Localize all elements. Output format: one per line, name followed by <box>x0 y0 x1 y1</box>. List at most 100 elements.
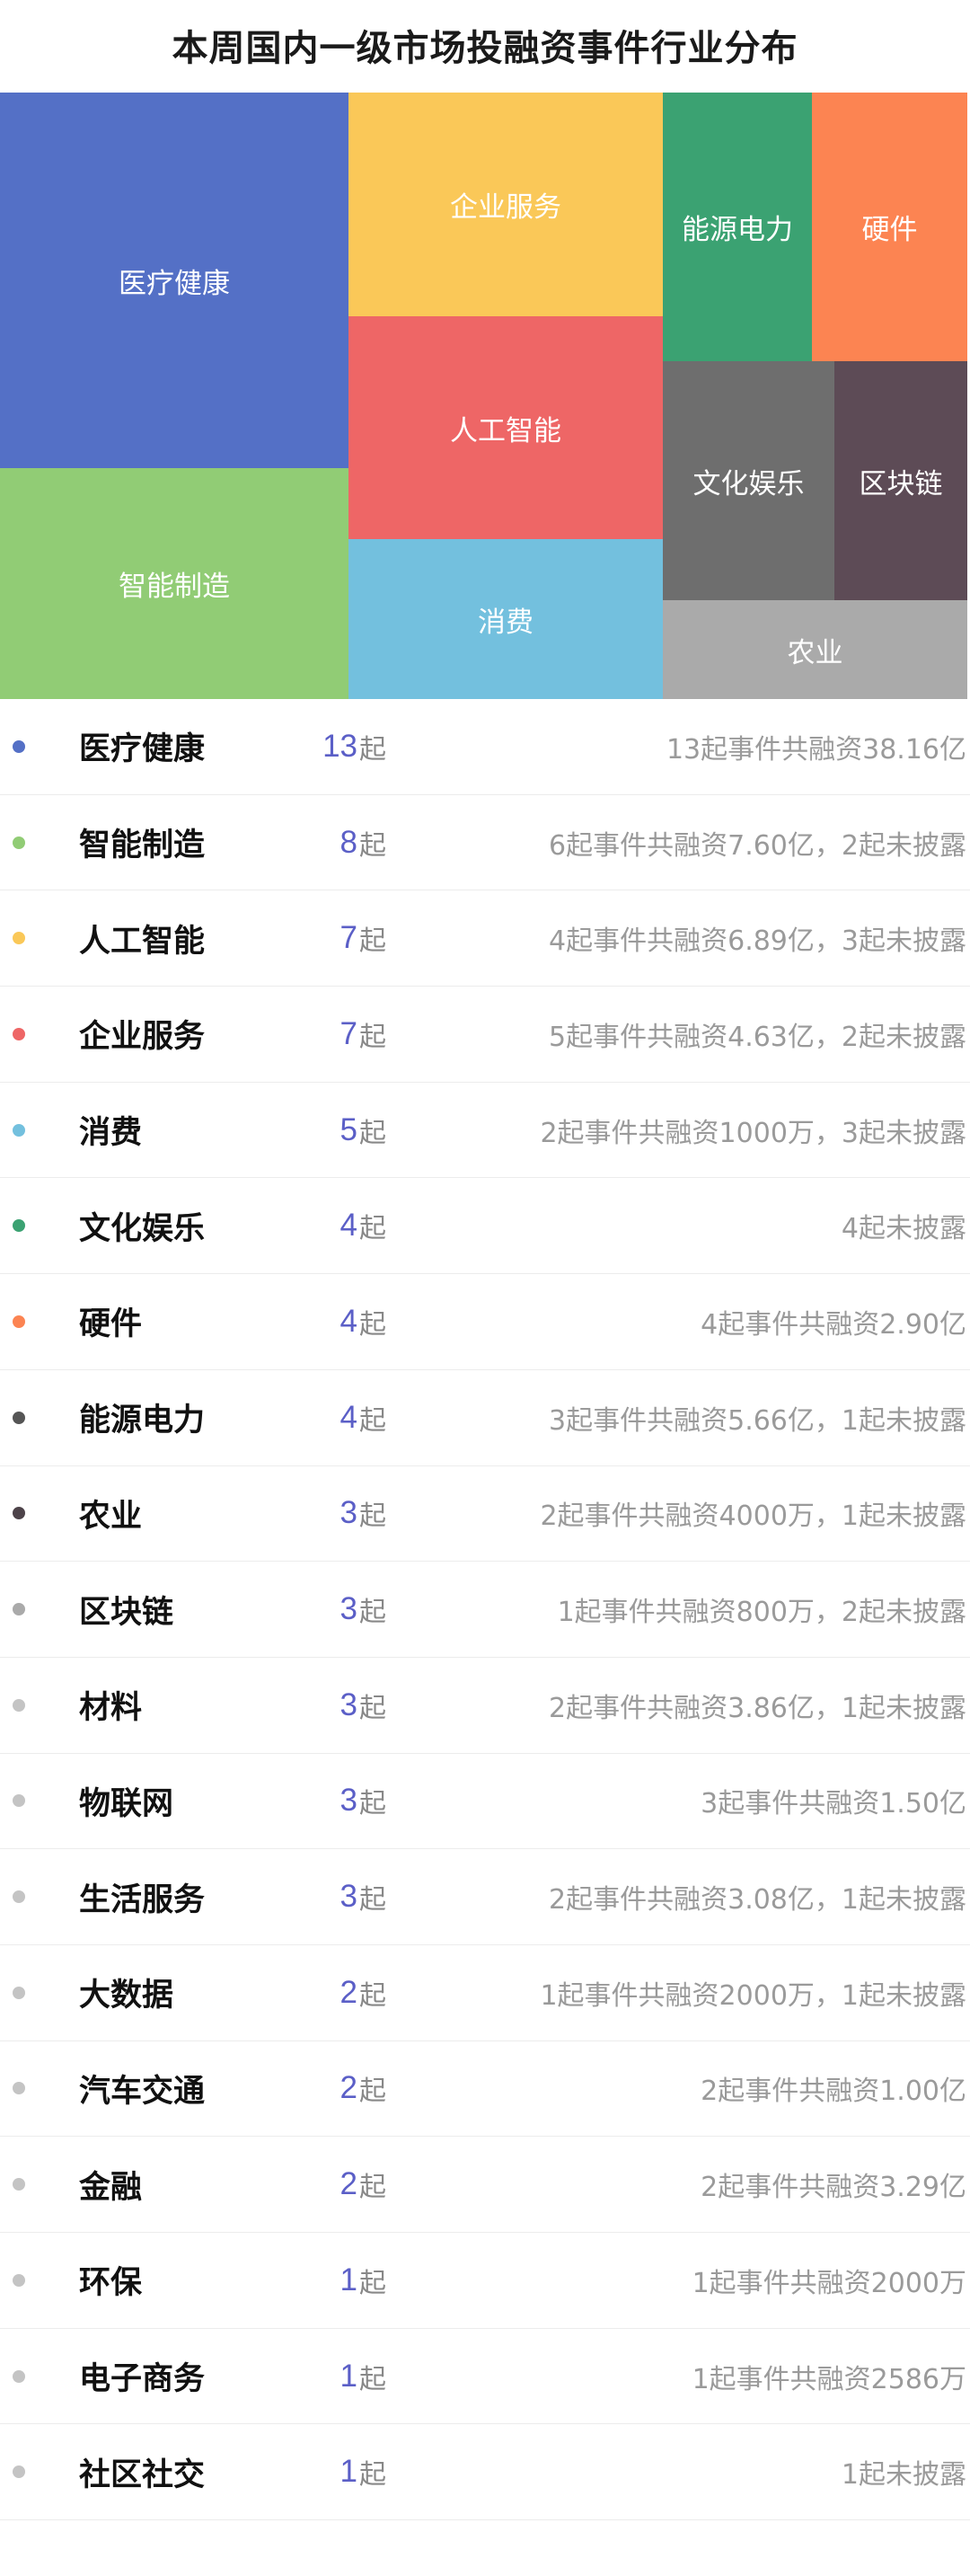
event-count-unit: 起 <box>359 2172 386 2204</box>
industry-name: 农业 <box>79 1498 143 1535</box>
treemap-cell: 区块链 <box>834 361 967 600</box>
funding-detail: 2起事件共融资1000万，3起未披露 <box>540 1117 966 1149</box>
funding-detail: 1起事件共融资2000万 <box>692 2267 966 2299</box>
treemap-cell-label: 医疗健康 <box>119 267 230 300</box>
event-count: 2起 <box>269 2041 386 2137</box>
industry-name: 硬件 <box>79 1306 143 1343</box>
event-count: 7起 <box>269 890 386 986</box>
funding-detail: 6起事件共融资7.60亿，2起未披露 <box>549 829 966 862</box>
event-count: 4起 <box>269 1370 386 1465</box>
list-item: 汽车交通 2 起 2起事件共融资1.00亿 <box>0 2041 970 2138</box>
list-item: 区块链 3 起 1起事件共融资800万，2起未披露 <box>0 1562 970 1658</box>
treemap-cell-label: 文化娱乐 <box>692 467 805 500</box>
event-count-unit: 起 <box>359 1308 386 1341</box>
treemap-cell-label: 人工智能 <box>450 414 561 447</box>
treemap-cell-label: 消费 <box>478 606 534 639</box>
list-item: 农业 3 起 2起事件共融资4000万，1起未披露 <box>0 1466 970 1562</box>
event-count-unit: 起 <box>359 1597 386 1629</box>
event-count: 3起 <box>269 1466 386 1562</box>
list-item: 智能制造 8 起 6起事件共融资7.60亿，2起未披露 <box>0 795 970 891</box>
industry-name: 企业服务 <box>79 1019 206 1056</box>
event-count: 2起 <box>269 2137 386 2232</box>
industry-name: 材料 <box>79 1690 143 1727</box>
event-count-number: 7 <box>340 920 357 956</box>
industry-name: 智能制造 <box>79 828 206 864</box>
industry-name: 物联网 <box>79 1785 174 1822</box>
funding-detail: 4起未披露 <box>841 1213 966 1245</box>
event-count: 3起 <box>269 1754 386 1849</box>
treemap-cell-label: 硬件 <box>861 214 918 246</box>
event-count-unit: 起 <box>359 2076 386 2108</box>
legend-dot <box>13 739 25 753</box>
funding-detail: 3起事件共融资5.66亿，1起未披露 <box>549 1404 966 1437</box>
event-count-number: 4 <box>340 1303 357 1339</box>
event-count: 7起 <box>269 987 386 1082</box>
event-count-unit: 起 <box>359 2267 386 2299</box>
legend-dot <box>13 1411 25 1424</box>
treemap: 医疗健康 智能制造 企业服务 人工智能 消费 能源电力 硬件 文化娱乐 区块链 农业 <box>0 93 967 699</box>
treemap-cell: 硬件 <box>812 93 967 361</box>
funding-detail: 2起事件共融资3.08亿，1起未披露 <box>549 1884 966 1917</box>
event-count-number: 4 <box>340 1208 357 1244</box>
event-count: 3起 <box>269 1658 386 1753</box>
treemap-cell: 智能制造 <box>0 468 348 699</box>
funding-detail: 2起事件共融资3.86亿，1起未披露 <box>549 1692 966 1724</box>
event-count-number: 3 <box>340 1495 357 1531</box>
event-count-number: 3 <box>340 1879 357 1915</box>
treemap-cell: 消费 <box>348 539 663 699</box>
event-count-number: 2 <box>340 2166 357 2202</box>
event-count-unit: 起 <box>359 1884 386 1917</box>
legend-dot <box>13 2273 25 2287</box>
funding-detail: 3起事件共融资1.50亿 <box>701 1788 966 1820</box>
event-count: 3起 <box>269 1849 386 1944</box>
legend-dot <box>13 2465 25 2479</box>
treemap-cell: 农业 <box>663 600 967 699</box>
legend-dot <box>13 1507 25 1520</box>
industry-name: 人工智能 <box>79 923 206 960</box>
event-count-number: 3 <box>340 1783 357 1819</box>
legend-dot <box>13 1123 25 1137</box>
list-item: 消费 5 起 2起事件共融资1000万，3起未披露 <box>0 1083 970 1179</box>
treemap-cell-label: 区块链 <box>859 467 943 500</box>
treemap-cell-label: 农业 <box>787 636 843 669</box>
list-item: 环保 1 起 1起事件共融资2000万 <box>0 2233 970 2329</box>
event-count-unit: 起 <box>359 829 386 862</box>
event-count-unit: 起 <box>359 1788 386 1820</box>
industry-list: 医疗健康 13 起 13起事件共融资38.16亿 智能制造 8 起 6起事件共融资7.60亿，… <box>0 699 970 2521</box>
legend-dot <box>13 1986 25 1999</box>
funding-detail: 1起未披露 <box>841 2459 966 2492</box>
list-item: 医疗健康 13 起 13起事件共融资38.16亿 <box>0 699 970 795</box>
event-count: 13 起 <box>269 699 386 794</box>
legend-dot <box>13 836 25 849</box>
industry-name: 大数据 <box>79 1978 174 2014</box>
list-item: 生活服务 3 起 2起事件共融资3.08亿，1起未披露 <box>0 1849 970 1945</box>
list-item: 材料 3 起 2起事件共融资3.86亿，1起未披露 <box>0 1658 970 1754</box>
treemap-cell: 能源电力 <box>663 93 812 361</box>
event-count: 3起 <box>269 1562 386 1657</box>
list-item: 物联网 3 起 3起事件共融资1.50亿 <box>0 1754 970 1850</box>
event-count: 1起 <box>269 2329 386 2424</box>
funding-detail: 5起事件共融资4.63亿，2起未披露 <box>549 1021 966 1053</box>
industry-name: 生活服务 <box>79 1881 206 1918</box>
list-item: 人工智能 7 起 4起事件共融资6.89亿，3起未披露 <box>0 890 970 987</box>
event-count-number: 7 <box>340 1015 357 1051</box>
list-item: 能源电力 4 起 3起事件共融资5.66亿，1起未披露 <box>0 1370 970 1466</box>
funding-detail: 1起事件共融资2586万 <box>692 2363 966 2395</box>
list-item: 社区社交 1 起 1起未披露 <box>0 2424 970 2521</box>
industry-name: 文化娱乐 <box>79 1210 206 1247</box>
event-count: 1起 <box>269 2233 386 2328</box>
event-count: 5起 <box>269 1083 386 1178</box>
event-count-number: 8 <box>340 824 357 860</box>
legend-dot <box>13 1219 25 1233</box>
legend-dot <box>13 1698 25 1712</box>
legend-dot <box>13 2082 25 2095</box>
event-count: 1起 <box>269 2424 386 2519</box>
event-count-unit: 起 <box>359 1021 386 1053</box>
treemap-cell-label: 能源电力 <box>682 214 793 246</box>
event-count-unit: 起 <box>359 1404 386 1437</box>
funding-detail: 2起事件共融资1.00亿 <box>701 2076 966 2108</box>
event-count-number: 13 <box>322 728 357 764</box>
list-item: 大数据 2 起 1起事件共融资2000万，1起未披露 <box>0 1945 970 2041</box>
event-count: 2起 <box>269 1945 386 2040</box>
list-item: 硬件 4 起 4起事件共融资2.90亿 <box>0 1274 970 1370</box>
